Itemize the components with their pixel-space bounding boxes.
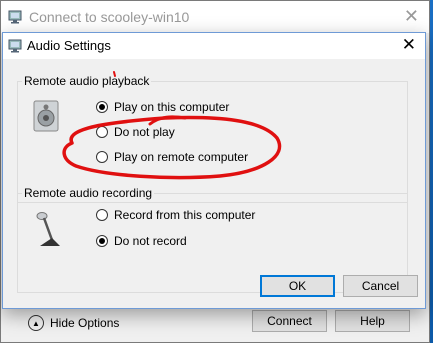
audio-settings-dialog: Audio Settings ✕ Remote audio playback P… xyxy=(2,32,426,309)
connect-button[interactable]: Connect xyxy=(252,310,327,332)
ok-button[interactable]: OK xyxy=(260,275,335,297)
parent-titlebar: Connect to scooley-win10 ✕ xyxy=(1,1,429,33)
radio-indicator xyxy=(96,209,108,221)
remote-audio-playback-group: Remote audio playback Play on this compu… xyxy=(17,74,408,203)
cancel-button[interactable]: Cancel xyxy=(343,275,418,297)
radio-indicator xyxy=(96,126,108,138)
radio-selected-indicator xyxy=(96,235,108,247)
do-not-record-label: Do not record xyxy=(114,234,187,248)
microphone-icon xyxy=(34,210,64,253)
dialog-titlebar: Audio Settings ✕ xyxy=(3,33,425,59)
radio-indicator xyxy=(96,151,108,163)
dialog-title: Audio Settings xyxy=(27,38,111,53)
speaker-icon xyxy=(32,100,62,135)
record-from-this-computer-label: Record from this computer xyxy=(114,208,256,222)
do-not-play-label: Do not play xyxy=(114,125,175,139)
parent-close-icon[interactable]: ✕ xyxy=(404,6,419,27)
radio-selected-indicator xyxy=(96,101,108,113)
parent-window-title: Connect to scooley-win10 xyxy=(29,9,190,25)
chevron-up-icon: ▲ xyxy=(28,315,44,331)
rdc-app-icon xyxy=(8,10,24,27)
playback-group-label: Remote audio playback xyxy=(22,74,152,88)
radio-play-on-this-computer[interactable]: Play on this computer xyxy=(96,100,229,114)
dialog-app-icon xyxy=(8,39,24,56)
radio-do-not-play[interactable]: Do not play xyxy=(96,125,175,139)
recording-group-label: Remote audio recording xyxy=(22,186,155,200)
hide-options-label: Hide Options xyxy=(50,316,120,330)
radio-record-from-this-computer[interactable]: Record from this computer xyxy=(96,208,255,222)
play-on-remote-computer-label: Play on remote computer xyxy=(114,150,249,164)
hide-options-toggle[interactable]: ▲ Hide Options xyxy=(28,315,119,331)
close-icon[interactable]: ✕ xyxy=(402,35,416,55)
radio-play-on-remote-computer[interactable]: Play on remote computer xyxy=(96,150,248,164)
radio-do-not-record[interactable]: Do not record xyxy=(96,234,187,248)
help-button[interactable]: Help xyxy=(335,310,410,332)
play-on-this-computer-label: Play on this computer xyxy=(114,100,230,114)
